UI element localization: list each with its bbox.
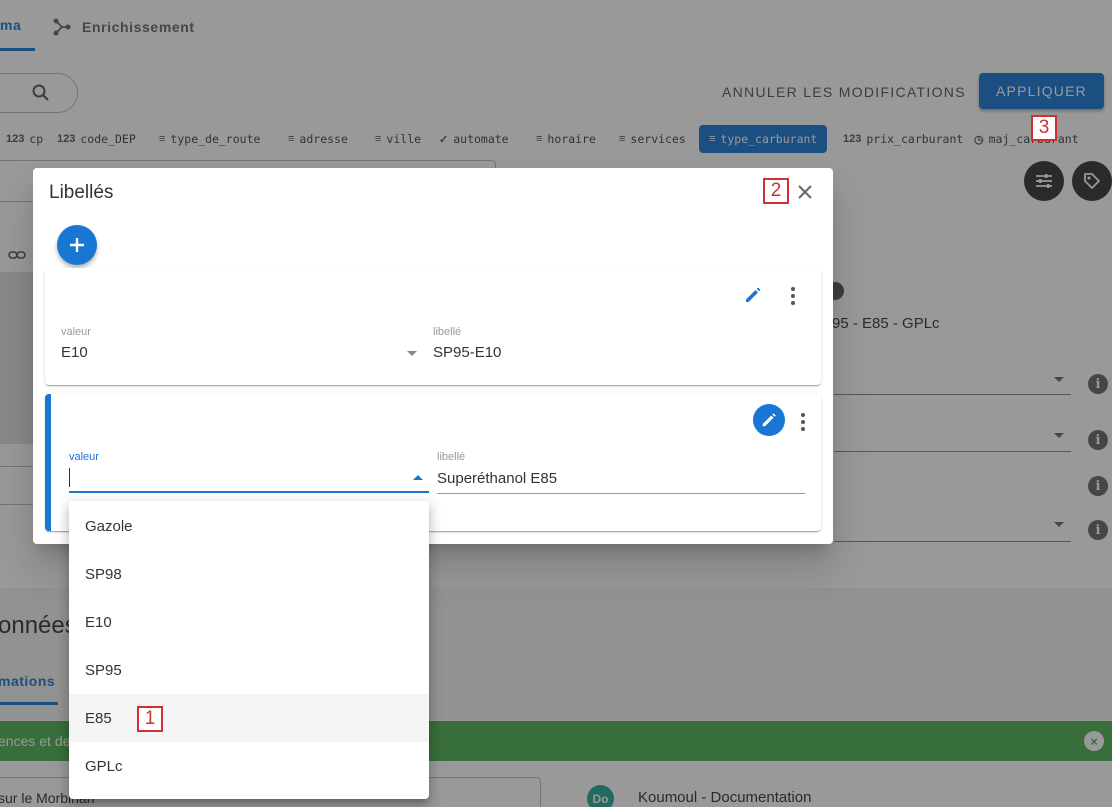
valeur-underline — [69, 491, 429, 493]
label-entry: valeur E10 libellé SP95-E10 — [45, 268, 821, 385]
add-label-button[interactable] — [57, 225, 97, 265]
option-e10[interactable]: E10 — [69, 598, 429, 646]
annotation-marker-3: 3 — [1031, 115, 1057, 141]
option-sp98[interactable]: SP98 — [69, 550, 429, 598]
chevron-up-icon[interactable] — [413, 475, 423, 480]
pencil-icon — [762, 413, 776, 427]
labels-dialog: Libellés valeur E10 libellé SP95-E10 val… — [33, 168, 833, 544]
chevron-down-icon[interactable] — [407, 351, 417, 356]
option-gazole[interactable]: Gazole — [69, 502, 429, 550]
libelle-underline — [437, 493, 805, 494]
more-icon[interactable] — [791, 287, 795, 308]
option-gplc[interactable]: GPLc — [69, 742, 429, 790]
valeur-dropdown-menu: Gazole SP98 E10 SP95 E85 GPLc — [69, 501, 429, 799]
annotation-marker-2: 2 — [763, 178, 789, 204]
text-cursor — [69, 468, 70, 487]
libelle-field[interactable]: SP95-E10 — [433, 344, 501, 361]
libelle-label: libellé — [433, 326, 462, 338]
close-icon[interactable] — [794, 181, 816, 203]
plus-icon — [70, 238, 84, 252]
pencil-icon[interactable] — [743, 285, 763, 305]
valeur-select[interactable]: E10 — [61, 344, 88, 361]
annotation-marker-1: 1 — [137, 706, 163, 732]
option-e85[interactable]: E85 — [69, 694, 429, 742]
dialog-title: Libellés — [49, 182, 114, 203]
libelle-field[interactable]: Superéthanol E85 — [437, 470, 557, 487]
option-sp95[interactable]: SP95 — [69, 646, 429, 694]
edit-button[interactable] — [753, 404, 785, 436]
more-icon[interactable] — [801, 413, 805, 434]
valeur-label: valeur — [61, 326, 91, 338]
libelle-label: libellé — [437, 451, 466, 463]
valeur-label: valeur — [69, 451, 99, 463]
